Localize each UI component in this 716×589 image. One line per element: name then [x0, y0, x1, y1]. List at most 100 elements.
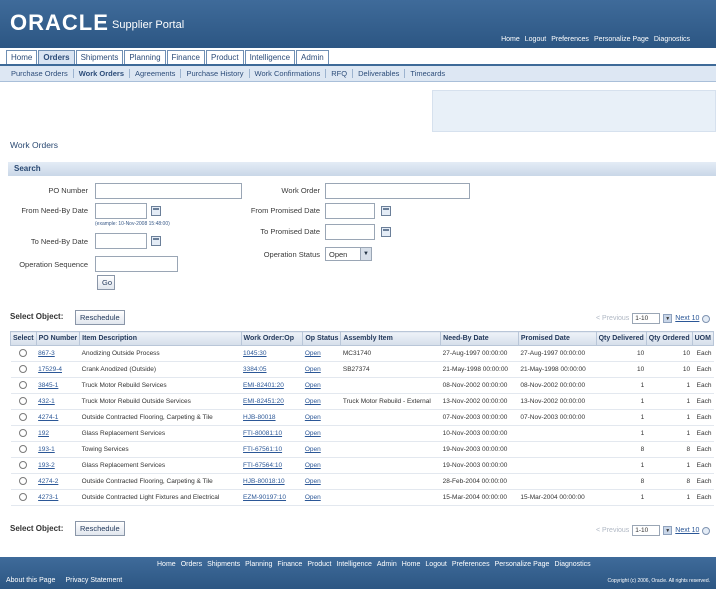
to-need-by-date-input[interactable]	[95, 233, 147, 249]
operation-sequence-input[interactable]	[95, 256, 178, 272]
work-order-link[interactable]: 1045:30	[243, 350, 267, 357]
work-order-link[interactable]: HJB-80018	[243, 414, 276, 421]
next-arrow-icon[interactable]	[702, 314, 711, 323]
select-radio[interactable]	[19, 444, 28, 453]
footer-link[interactable]: Admin	[377, 561, 397, 568]
po-number-link[interactable]: 193-1	[38, 446, 55, 453]
next-link-bottom[interactable]: Next 10	[675, 527, 699, 534]
work-order-link[interactable]: 3384:05	[243, 366, 267, 373]
calendar-icon[interactable]	[151, 236, 161, 246]
col-need-by-date[interactable]: Need-By Date	[440, 331, 519, 346]
po-number-link[interactable]: 4274-1	[38, 414, 58, 421]
subtab-rfq[interactable]: RFQ	[326, 69, 354, 78]
op-status-link[interactable]: Open	[305, 398, 321, 405]
op-status-link[interactable]: Open	[305, 350, 321, 357]
col-assembly-item[interactable]: Assembly Item	[340, 331, 442, 346]
work-order-link[interactable]: EZM-90197:10	[243, 494, 286, 501]
calendar-icon[interactable]	[151, 206, 161, 216]
po-number-link[interactable]: 192	[38, 430, 49, 437]
col-qty-delivered[interactable]: Qty Delivered	[595, 331, 647, 346]
footer-link[interactable]: Orders	[181, 561, 202, 568]
subtab-work-confirmations[interactable]: Work Confirmations	[250, 69, 327, 78]
work-order-link[interactable]: HJB-80018:10	[243, 478, 285, 485]
tab-planning[interactable]: Planning	[124, 50, 166, 64]
subtab-deliverables[interactable]: Deliverables	[353, 69, 406, 78]
po-number-link[interactable]: 4273-1	[38, 494, 58, 501]
footer-link[interactable]: Planning	[245, 561, 272, 568]
select-radio[interactable]	[19, 396, 28, 405]
work-order-input[interactable]	[325, 183, 470, 199]
tab-admin[interactable]: Admin	[296, 50, 329, 64]
op-status-link[interactable]: Open	[305, 478, 321, 485]
global-link-preferences[interactable]: Preferences	[551, 36, 589, 43]
footer-link[interactable]: Logout	[425, 561, 446, 568]
footer-link[interactable]: Finance	[277, 561, 302, 568]
calendar-icon[interactable]	[381, 206, 391, 216]
op-status-link[interactable]: Open	[305, 366, 321, 373]
to-promised-date-input[interactable]	[325, 224, 375, 240]
tab-home[interactable]: Home	[6, 50, 38, 64]
global-link-home[interactable]: Home	[501, 36, 520, 43]
tab-orders[interactable]: Orders	[38, 50, 75, 64]
range-select[interactable]: 1-10	[632, 313, 661, 324]
po-number-link[interactable]: 867-3	[38, 350, 55, 357]
select-radio[interactable]	[19, 476, 28, 485]
about-this-page-link[interactable]: About this Page	[6, 577, 55, 584]
subtab-purchase-orders[interactable]: Purchase Orders	[6, 69, 74, 78]
select-radio[interactable]	[19, 348, 28, 357]
select-radio[interactable]	[19, 364, 28, 373]
footer-link[interactable]: Personalize Page	[495, 561, 550, 568]
subtab-purchase-history[interactable]: Purchase History	[181, 69, 250, 78]
calendar-icon[interactable]	[381, 227, 391, 237]
from-need-by-date-input[interactable]	[95, 203, 147, 219]
po-number-link[interactable]: 432-1	[38, 398, 55, 405]
col-work-order-op[interactable]: Work Order:Op	[240, 331, 304, 346]
footer-link[interactable]: Intelligence	[336, 561, 371, 568]
col-item-description[interactable]: Item Description	[79, 331, 242, 346]
work-order-link[interactable]: EMI-82401:20	[243, 382, 284, 389]
col-po-number[interactable]: PO Number	[35, 331, 81, 346]
footer-link[interactable]: Preferences	[452, 561, 490, 568]
footer-link[interactable]: Product	[307, 561, 331, 568]
work-order-link[interactable]: FTI-67564:10	[243, 462, 282, 469]
next-link[interactable]: Next 10	[675, 315, 699, 322]
next-arrow-icon[interactable]	[702, 526, 711, 535]
po-number-link[interactable]: 4274-2	[38, 478, 58, 485]
footer-link[interactable]: Home	[402, 561, 421, 568]
work-order-link[interactable]: FTI-67561:10	[243, 446, 282, 453]
work-order-link[interactable]: FTI-80081:10	[243, 430, 282, 437]
subtab-timecards[interactable]: Timecards	[405, 69, 450, 78]
select-radio[interactable]	[19, 428, 28, 437]
select-radio[interactable]	[19, 380, 28, 389]
go-button[interactable]: Go	[97, 275, 115, 290]
op-status-link[interactable]: Open	[305, 446, 321, 453]
range-dropdown-icon[interactable]: ▼	[663, 526, 673, 535]
footer-link[interactable]: Shipments	[207, 561, 240, 568]
footer-link[interactable]: Diagnostics	[554, 561, 590, 568]
op-status-link[interactable]: Open	[305, 414, 321, 421]
col-qty-ordered[interactable]: Qty Ordered	[645, 331, 693, 346]
col-promised-date[interactable]: Promised Date	[517, 331, 597, 346]
footer-link[interactable]: Home	[157, 561, 176, 568]
op-status-link[interactable]: Open	[305, 494, 321, 501]
reschedule-button-bottom[interactable]: Reschedule	[75, 521, 125, 536]
subtab-work-orders[interactable]: Work Orders	[74, 69, 130, 78]
op-status-link[interactable]: Open	[305, 382, 321, 389]
from-promised-date-input[interactable]	[325, 203, 375, 219]
global-link-logout[interactable]: Logout	[525, 36, 546, 43]
global-link-diagnostics[interactable]: Diagnostics	[654, 36, 690, 43]
select-radio[interactable]	[19, 460, 28, 469]
po-number-link[interactable]: 17529-4	[38, 366, 62, 373]
reschedule-button[interactable]: Reschedule	[75, 310, 125, 325]
po-number-input[interactable]	[95, 183, 242, 199]
op-status-link[interactable]: Open	[305, 462, 321, 469]
select-radio[interactable]	[19, 492, 28, 501]
tab-shipments[interactable]: Shipments	[75, 50, 124, 64]
col-uom[interactable]: UOM	[691, 331, 715, 346]
po-number-link[interactable]: 3845-1	[38, 382, 58, 389]
work-order-link[interactable]: EMI-82451:20	[243, 398, 284, 405]
select-radio[interactable]	[19, 412, 28, 421]
tab-intelligence[interactable]: Intelligence	[244, 50, 296, 64]
global-link-personalize-page[interactable]: Personalize Page	[594, 36, 649, 43]
range-select-bottom[interactable]: 1-10	[632, 525, 661, 536]
